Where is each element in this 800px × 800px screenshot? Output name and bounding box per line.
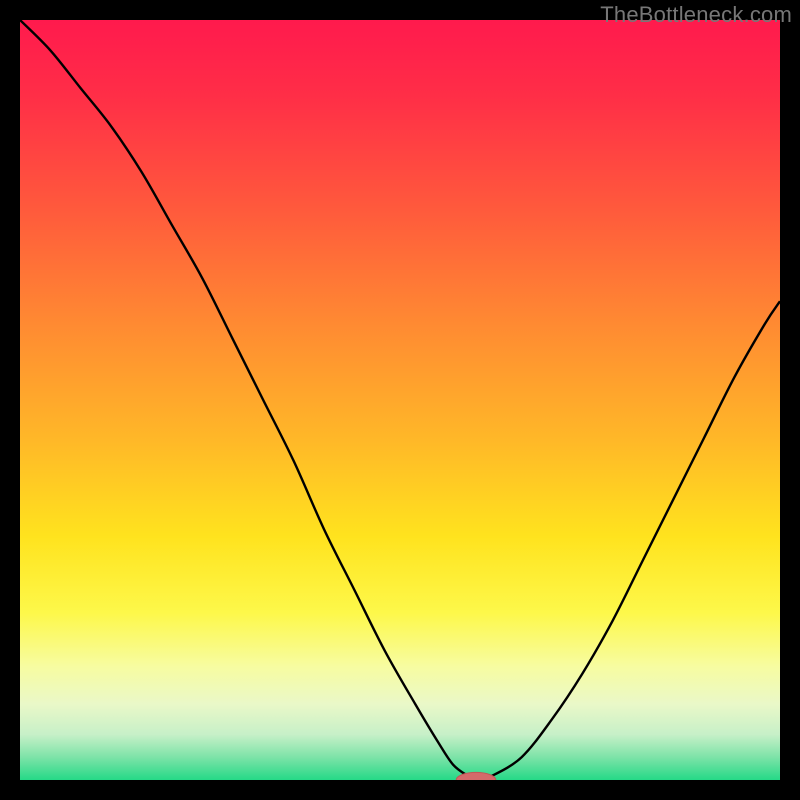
- watermark-text: TheBottleneck.com: [600, 2, 792, 28]
- chart-frame: TheBottleneck.com: [0, 0, 800, 800]
- plot-area: [20, 20, 780, 780]
- bottleneck-chart: [20, 20, 780, 780]
- gradient-background: [20, 20, 780, 780]
